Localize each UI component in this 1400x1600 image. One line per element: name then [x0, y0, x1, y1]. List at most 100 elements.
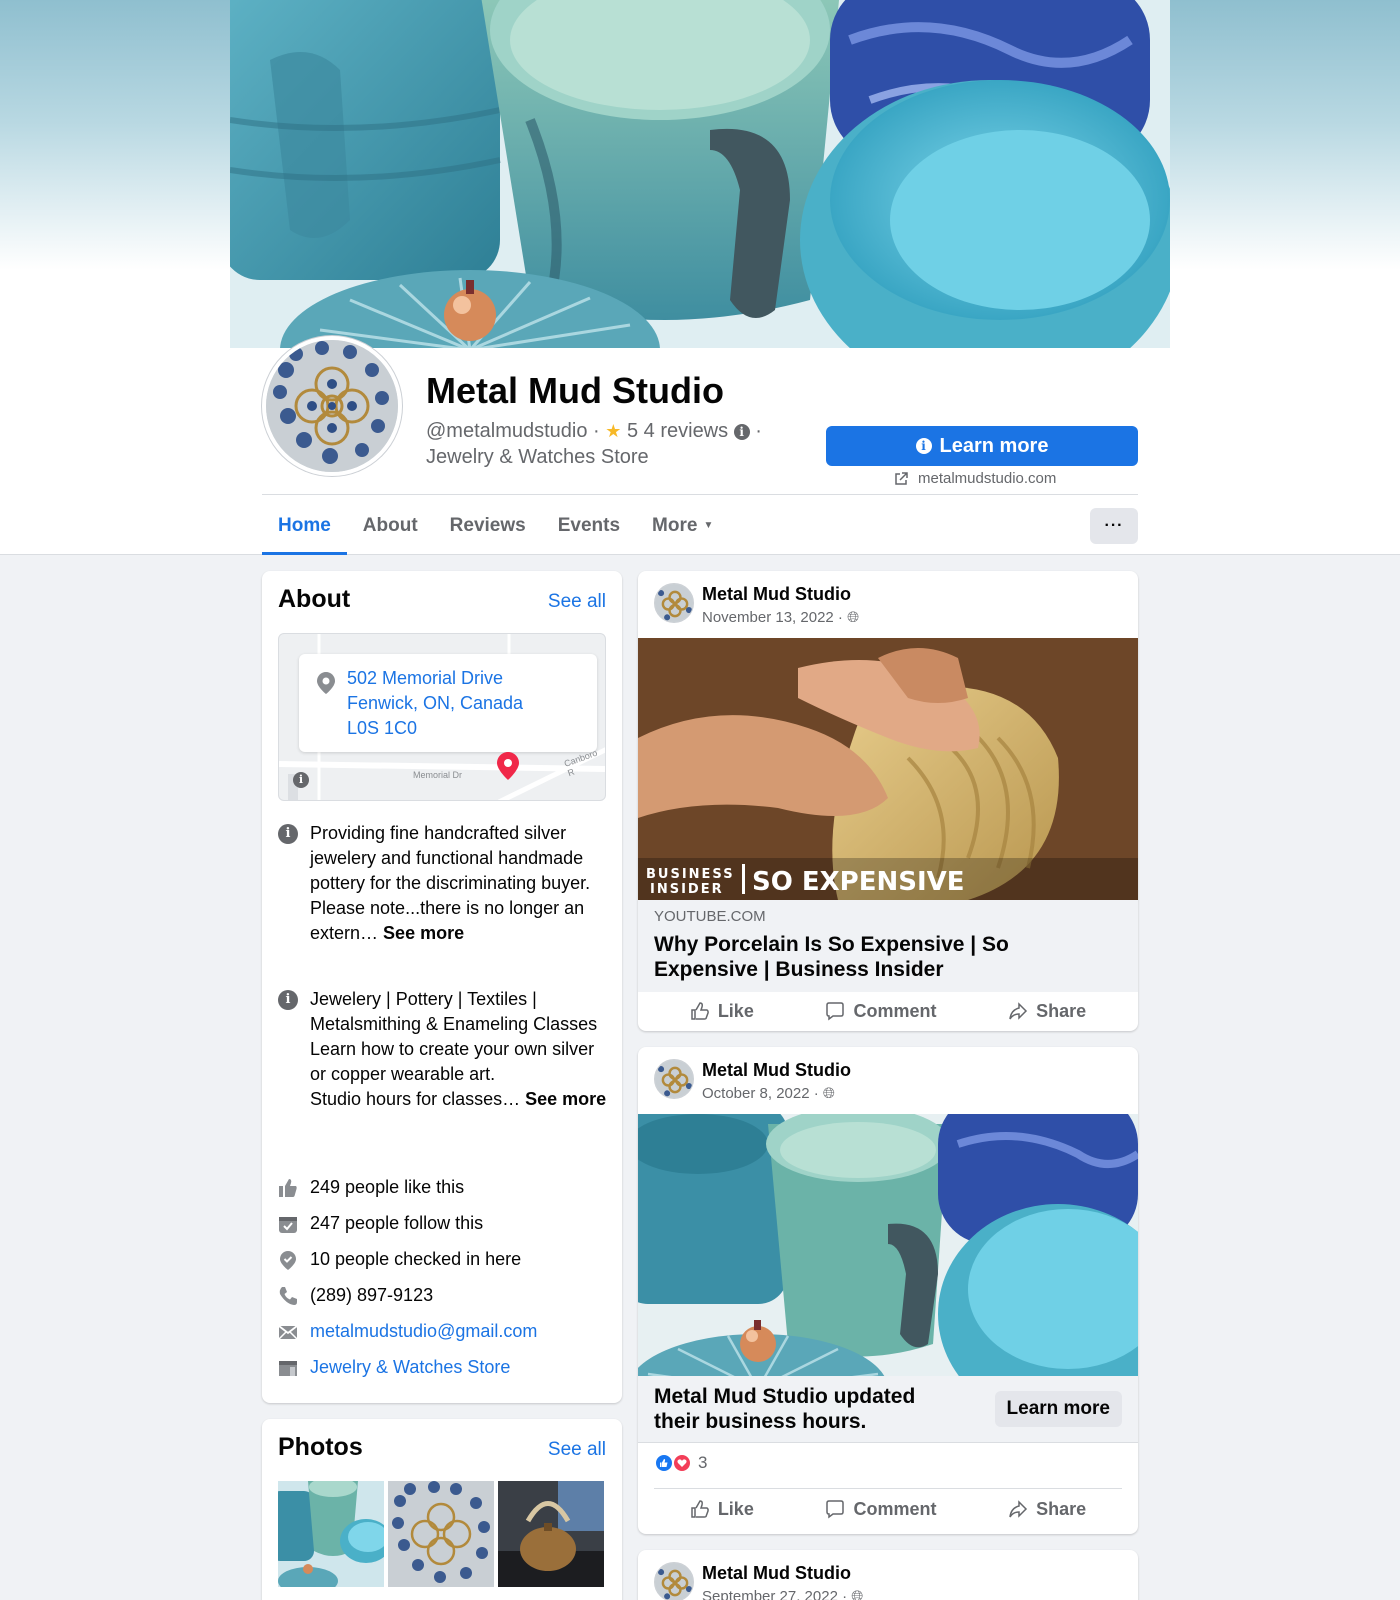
learn-more-button[interactable]: Learn more	[994, 1391, 1122, 1427]
thumbs-up-icon	[691, 1002, 709, 1020]
email-row[interactable]: metalmudstudio@gmail.com	[278, 1319, 608, 1344]
post-actions: Like Comment Share	[654, 1490, 1122, 1528]
external-link-icon	[895, 471, 908, 485]
page-category[interactable]: Jewelry & Watches Store	[426, 446, 649, 469]
info-icon: i	[278, 824, 298, 844]
post-card: Metal Mud Studio October 8, 2022 · 🌐︎ Me…	[638, 1047, 1138, 1534]
checkin-icon	[280, 1251, 296, 1270]
category-row[interactable]: Jewelry & Watches Store	[278, 1355, 608, 1380]
post-photo[interactable]	[638, 1114, 1138, 1376]
post-author-name[interactable]: Metal Mud Studio	[702, 584, 851, 605]
post-card: Metal Mud Studio September 27, 2022 · 🌐︎	[638, 1550, 1138, 1600]
media-brand-top: BUSINESS	[646, 867, 735, 882]
like-button[interactable]: Like	[690, 1499, 754, 1520]
tab-events[interactable]: Events	[542, 496, 636, 555]
address-box[interactable]: 502 Memorial Drive Fenwick, ON, Canada L…	[299, 654, 597, 752]
info-icon[interactable]: i	[733, 423, 750, 440]
tab-about[interactable]: About	[347, 496, 434, 555]
phone-row[interactable]: (289) 897-9123	[278, 1283, 608, 1308]
globe-icon: 🌐︎	[847, 609, 860, 626]
store-icon	[279, 1361, 297, 1376]
photos-see-all-link[interactable]: See all	[548, 1439, 606, 1461]
learn-more-button[interactable]: i Learn more	[826, 426, 1138, 466]
reactions-summary[interactable]: 3	[654, 1453, 707, 1473]
photo-thumbnail[interactable]	[388, 1481, 494, 1587]
phone-icon	[279, 1287, 297, 1305]
star-icon: ★	[605, 421, 622, 441]
photos-title: Photos	[278, 1433, 363, 1461]
like-button[interactable]: Like	[690, 1001, 754, 1022]
cover-photo[interactable]	[230, 0, 1170, 348]
info-icon: i	[915, 438, 932, 454]
comment-icon	[826, 1002, 845, 1021]
thumbs-up-icon	[691, 1500, 709, 1518]
map-street-label: Memorial Dr	[413, 770, 463, 780]
comment-button[interactable]: Comment	[825, 1499, 937, 1520]
tab-home[interactable]: Home	[262, 496, 347, 555]
follow-icon	[279, 1217, 297, 1233]
post-video-thumbnail[interactable]: BUSINESS INSIDER SO EXPENSIVE	[638, 638, 1138, 900]
see-more-link[interactable]: See more	[383, 923, 464, 943]
post-date[interactable]: October 8, 2022 · 🌐︎	[702, 1085, 835, 1102]
post-date[interactable]: September 27, 2022 · 🌐︎	[702, 1588, 863, 1600]
email-icon	[278, 1325, 298, 1340]
website-link[interactable]: metalmudstudio.com	[894, 470, 1056, 487]
page-handle: @metalmudstudio	[426, 420, 588, 442]
tab-reviews[interactable]: Reviews	[434, 496, 542, 555]
see-more-link[interactable]: See more	[525, 1089, 606, 1109]
about-services: i Jewelery | Pottery | Textiles | Metals…	[278, 987, 608, 1112]
address-text[interactable]: 502 Memorial Drive Fenwick, ON, Canada L…	[347, 666, 523, 741]
post-author-name[interactable]: Metal Mud Studio	[702, 1563, 851, 1584]
page-tabs: Home About Reviews Events More ▼	[262, 496, 729, 555]
divider	[654, 1488, 1122, 1489]
cover-backdrop-left	[0, 0, 240, 270]
post-card: Metal Mud Studio November 13, 2022 · 🌐︎ …	[638, 571, 1138, 1031]
share-icon	[1009, 1002, 1028, 1020]
share-button[interactable]: Share	[1008, 1499, 1086, 1520]
post-author-avatar[interactable]	[654, 1059, 694, 1099]
post-date[interactable]: November 13, 2022 · 🌐︎	[702, 609, 859, 626]
map-info-icon[interactable]: i	[293, 772, 309, 788]
location-pin-icon	[317, 672, 335, 694]
more-options-button[interactable]: ···	[1090, 508, 1138, 544]
photo-thumbnail[interactable]	[498, 1481, 604, 1587]
share-icon	[1009, 1500, 1028, 1518]
photos-card: Photos See all	[262, 1419, 622, 1600]
reviews-link[interactable]: 4 reviews	[644, 420, 728, 442]
post-author-name[interactable]: Metal Mud Studio	[702, 1060, 851, 1081]
post-author-avatar[interactable]	[654, 1562, 694, 1600]
profile-picture[interactable]	[262, 336, 402, 476]
divider	[638, 1442, 1138, 1443]
page-title: Metal Mud Studio	[426, 370, 724, 411]
love-reaction-icon	[672, 1453, 692, 1473]
media-brand-bottom: INSIDER	[650, 882, 724, 897]
rating-value: 5	[626, 420, 639, 442]
post-actions: Like Comment Share	[654, 992, 1122, 1030]
share-button[interactable]: Share	[1008, 1001, 1086, 1022]
caret-down-icon: ▼	[703, 520, 714, 531]
tab-more[interactable]: More ▼	[636, 496, 729, 555]
like-reaction-icon	[654, 1453, 674, 1473]
post-author-avatar[interactable]	[654, 583, 694, 623]
location-map[interactable]: 502 Memorial Drive Fenwick, ON, Canada L…	[278, 633, 606, 801]
comment-button[interactable]: Comment	[825, 1001, 937, 1022]
about-description: i Providing fine handcrafted silver jewe…	[278, 821, 608, 946]
link-domain: YOUTUBE.COM	[654, 908, 766, 925]
map-marker-icon	[497, 752, 519, 780]
page-meta: @metalmudstudio · ★ 5 4 reviews i ·	[426, 420, 762, 442]
about-title: About	[278, 585, 351, 613]
globe-icon: 🌐︎	[822, 1085, 835, 1102]
about-card: About See all 502 Memorial Drive Fenwick…	[262, 571, 622, 1403]
info-icon: i	[278, 990, 298, 1010]
link-preview[interactable]: YOUTUBE.COM Why Porcelain Is So Expensiv…	[638, 900, 1138, 992]
update-text: Metal Mud Studio updated their business …	[654, 1385, 916, 1433]
thumbs-up-icon	[279, 1179, 297, 1197]
globe-icon: 🌐︎	[851, 1588, 864, 1600]
header-divider	[262, 494, 1138, 495]
photo-thumbnail[interactable]	[278, 1481, 384, 1587]
comment-icon	[826, 1500, 845, 1519]
about-see-all-link[interactable]: See all	[548, 591, 606, 613]
link-title[interactable]: Why Porcelain Is So Expensive | So Expen…	[654, 932, 1094, 982]
follows-row: 247 people follow this	[278, 1211, 608, 1236]
checkins-row: 10 people checked in here	[278, 1247, 608, 1272]
